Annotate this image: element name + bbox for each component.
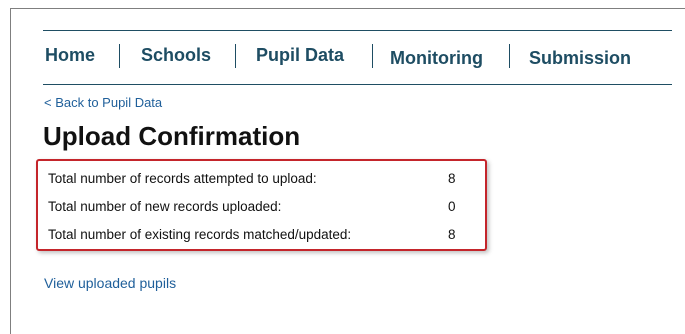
nav-separator bbox=[372, 44, 373, 68]
summary-label: Total number of new records uploaded: bbox=[48, 199, 282, 214]
nav-home[interactable]: Home bbox=[45, 45, 95, 66]
upload-summary-box: Total number of records attempted to upl… bbox=[36, 159, 487, 251]
summary-label: Total number of existing records matched… bbox=[48, 227, 352, 242]
view-uploaded-pupils-link[interactable]: View uploaded pupils bbox=[44, 275, 176, 291]
nav-separator bbox=[235, 44, 236, 68]
nav-separator bbox=[509, 44, 510, 68]
summary-value: 8 bbox=[448, 227, 456, 242]
summary-value: 8 bbox=[448, 171, 456, 186]
nav-submission[interactable]: Submission bbox=[529, 48, 631, 69]
page-title: Upload Confirmation bbox=[43, 121, 301, 151]
nav-separator bbox=[119, 44, 120, 68]
summary-value: 0 bbox=[448, 199, 456, 214]
nav-monitoring[interactable]: Monitoring bbox=[390, 48, 483, 69]
summary-label: Total number of records attempted to upl… bbox=[48, 171, 317, 186]
nav-pupil-data[interactable]: Pupil Data bbox=[256, 45, 344, 66]
top-navigation: Home Schools Pupil Data Monitoring Submi… bbox=[43, 30, 672, 85]
nav-schools[interactable]: Schools bbox=[141, 45, 211, 66]
back-to-pupil-data-link[interactable]: < Back to Pupil Data bbox=[44, 95, 162, 110]
